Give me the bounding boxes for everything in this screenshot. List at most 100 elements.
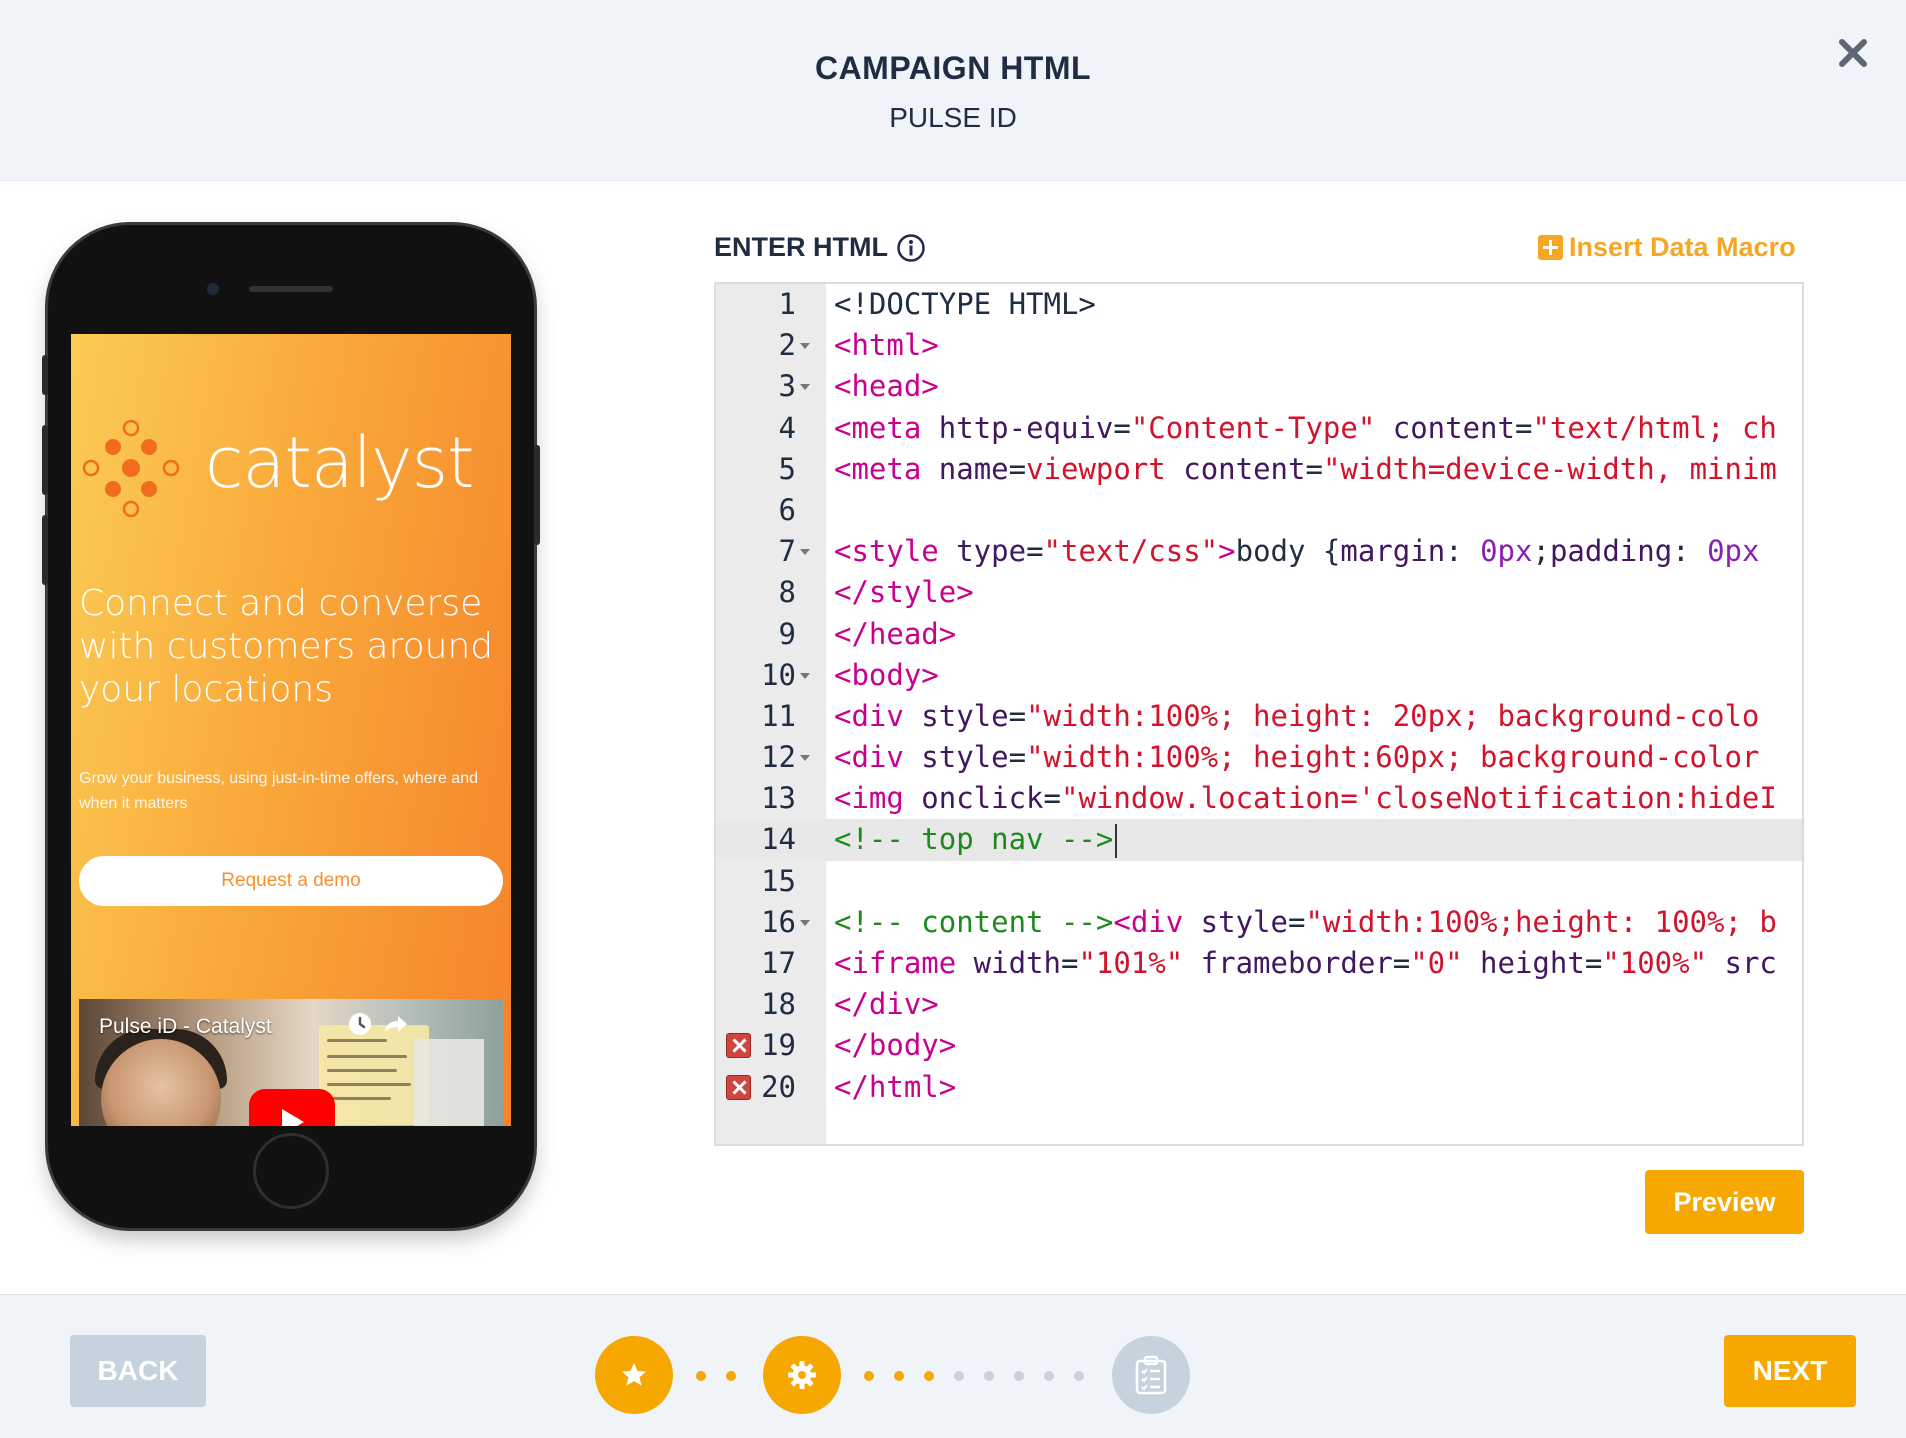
code-text[interactable]: </body> — [834, 1025, 1802, 1066]
step-2-settings[interactable] — [763, 1336, 841, 1414]
code-line[interactable]: 16 <!-- content --><div style="width:100%… — [716, 902, 1802, 943]
line-number: 19 — [761, 1028, 796, 1063]
code-line[interactable]: 4 <meta http-equiv="Content-Type" content… — [716, 408, 1802, 449]
code-text[interactable]: <iframe width="101%" frameborder="0" hei… — [834, 943, 1802, 984]
line-number: 2 — [778, 328, 796, 363]
code-line[interactable]: 6 — [716, 490, 1802, 531]
modal-header: CAMPAIGN HTML PULSE ID — [0, 0, 1906, 181]
code-text[interactable]: <head> — [834, 366, 1802, 407]
code-token: <!-- content --> — [834, 904, 1114, 939]
watch-later-icon[interactable] — [347, 1011, 373, 1037]
code-text[interactable]: <div style="width:100%; height:60px; bac… — [834, 737, 1802, 778]
info-icon[interactable] — [896, 233, 926, 263]
code-text[interactable]: </html> — [834, 1067, 1802, 1108]
code-token: viewport — [1026, 451, 1166, 486]
code-token: width — [956, 946, 1061, 980]
code-token: <html> — [834, 328, 939, 363]
line-number: 3 — [778, 369, 796, 404]
close-icon[interactable] — [1836, 36, 1870, 70]
code-token: "101%" — [1078, 946, 1184, 980]
line-number: 7 — [778, 534, 796, 569]
code-line[interactable]: 19 </body> — [716, 1025, 1802, 1066]
page-title: CAMPAIGN HTML — [814, 50, 1092, 86]
code-text[interactable]: <style type="text/css">body {margin: 0px… — [834, 531, 1802, 572]
html-code-editor[interactable]: 1 <!DOCTYPE HTML> 2 <html> 3 <head> 4 <meta htt… — [714, 282, 1804, 1146]
code-text[interactable]: <div style="width:100%; height: 20px; ba… — [834, 696, 1802, 737]
code-token: : — [1445, 534, 1481, 569]
line-number: 11 — [761, 698, 796, 733]
phone-speaker — [249, 286, 333, 292]
fold-arrow-icon[interactable] — [800, 919, 810, 926]
page-subtitle: PULSE ID — [889, 102, 1017, 133]
code-token: "text/css" — [1043, 534, 1219, 569]
fold-arrow-icon[interactable] — [800, 755, 810, 762]
code-line[interactable]: 9 </head> — [716, 614, 1802, 655]
code-line[interactable]: 11 <div style="width:100%; height: 20px; … — [716, 696, 1802, 737]
code-token: <body> — [834, 657, 939, 692]
code-token: http-equiv — [921, 410, 1114, 445]
code-text[interactable]: </head> — [834, 614, 1802, 655]
code-line[interactable]: 18 </div> — [716, 984, 1802, 1025]
code-text[interactable]: <html> — [834, 325, 1802, 366]
code-line[interactable]: 8 </style> — [716, 572, 1802, 613]
code-text[interactable]: <img onclick="window.location='closeNoti… — [834, 778, 1802, 819]
code-line[interactable]: 13 <img onclick="window.location='closeNo… — [716, 778, 1802, 819]
code-line[interactable]: 2 <html> — [716, 325, 1802, 366]
code-line[interactable]: 20 </html> — [716, 1067, 1802, 1108]
code-text[interactable]: </div> — [834, 984, 1802, 1025]
line-number: 1 — [778, 287, 796, 321]
back-button[interactable]: BACK — [70, 1335, 206, 1407]
code-line[interactable]: 5 <meta name=viewport content="width=devi… — [716, 449, 1802, 490]
line-number: 15 — [761, 863, 796, 898]
fold-arrow-icon[interactable] — [800, 549, 810, 556]
preview-button[interactable]: Preview — [1645, 1170, 1804, 1234]
code-line[interactable]: 12 <div style="width:100%; height:60px; b… — [716, 737, 1802, 778]
video-embed[interactable]: Pulse iD - Catalyst — [79, 999, 503, 1126]
preview-headline: Connect and converse with customers arou… — [79, 583, 494, 710]
fold-arrow-icon[interactable] — [800, 672, 810, 679]
code-text[interactable]: <meta http-equiv="Content-Type" content=… — [834, 408, 1802, 449]
code-line[interactable]: 7 <style type="text/css">body {margin: 0p… — [716, 531, 1802, 572]
step-progress-dot — [696, 1371, 706, 1381]
phone-screen: catalyst Connect and converse with custo… — [71, 334, 511, 1126]
code-lines[interactable]: 1 <!DOCTYPE HTML> 2 <html> 3 <head> 4 <meta htt… — [716, 284, 1802, 1108]
code-token: </head> — [834, 616, 957, 651]
next-button[interactable]: NEXT — [1724, 1335, 1856, 1407]
code-text[interactable]: </style> — [834, 572, 1802, 613]
step-progress-dot — [924, 1371, 934, 1381]
code-token: > — [1218, 534, 1236, 569]
code-line[interactable]: 10 <body> — [716, 655, 1802, 696]
step-3-review[interactable] — [1112, 1336, 1190, 1414]
code-text[interactable]: <!-- top nav --> — [834, 819, 1802, 860]
phone-volume-up — [42, 425, 48, 495]
code-line[interactable]: 17 <iframe width="101%" frameborder="0" h… — [716, 943, 1802, 984]
code-token: </style> — [834, 575, 974, 610]
fold-arrow-icon[interactable] — [800, 384, 810, 391]
code-token: name — [921, 451, 1009, 486]
fold-arrow-icon[interactable] — [800, 343, 810, 350]
code-token: = — [1008, 698, 1027, 733]
enter-html-text: ENTER HTML — [714, 232, 888, 262]
code-line[interactable]: 3 <head> — [716, 366, 1802, 407]
code-token: ; — [1532, 534, 1550, 569]
step-progress-dot — [864, 1371, 874, 1381]
code-text[interactable]: <!-- content --><div style="width:100%;h… — [834, 902, 1802, 943]
code-token: "width:100%; height: 20px; background-co… — [1026, 698, 1760, 733]
wizard-footer: BACK NEXT — [0, 1294, 1906, 1438]
code-token: "text/html; ch — [1532, 410, 1777, 445]
play-icon[interactable] — [249, 1089, 335, 1126]
code-line[interactable]: 1 <!DOCTYPE HTML> — [716, 284, 1802, 325]
request-demo-button[interactable]: Request a demo — [79, 856, 503, 906]
insert-data-macro-link[interactable]: Insert Data Macro — [1538, 232, 1796, 263]
code-token: <img — [834, 781, 904, 816]
line-number: 9 — [778, 616, 796, 651]
share-icon[interactable] — [383, 1011, 409, 1037]
step-1-basics[interactable] — [595, 1336, 673, 1414]
code-line[interactable]: 14 <!-- top nav --> — [716, 819, 1802, 861]
code-text[interactable]: <!DOCTYPE HTML> — [834, 284, 1802, 325]
code-text[interactable]: <body> — [834, 655, 1802, 696]
code-line[interactable]: 15 — [716, 861, 1802, 902]
code-token: </body> — [834, 1028, 957, 1063]
code-text[interactable]: <meta name=viewport content="width=devic… — [834, 449, 1802, 490]
brand-name: catalyst — [205, 422, 475, 504]
